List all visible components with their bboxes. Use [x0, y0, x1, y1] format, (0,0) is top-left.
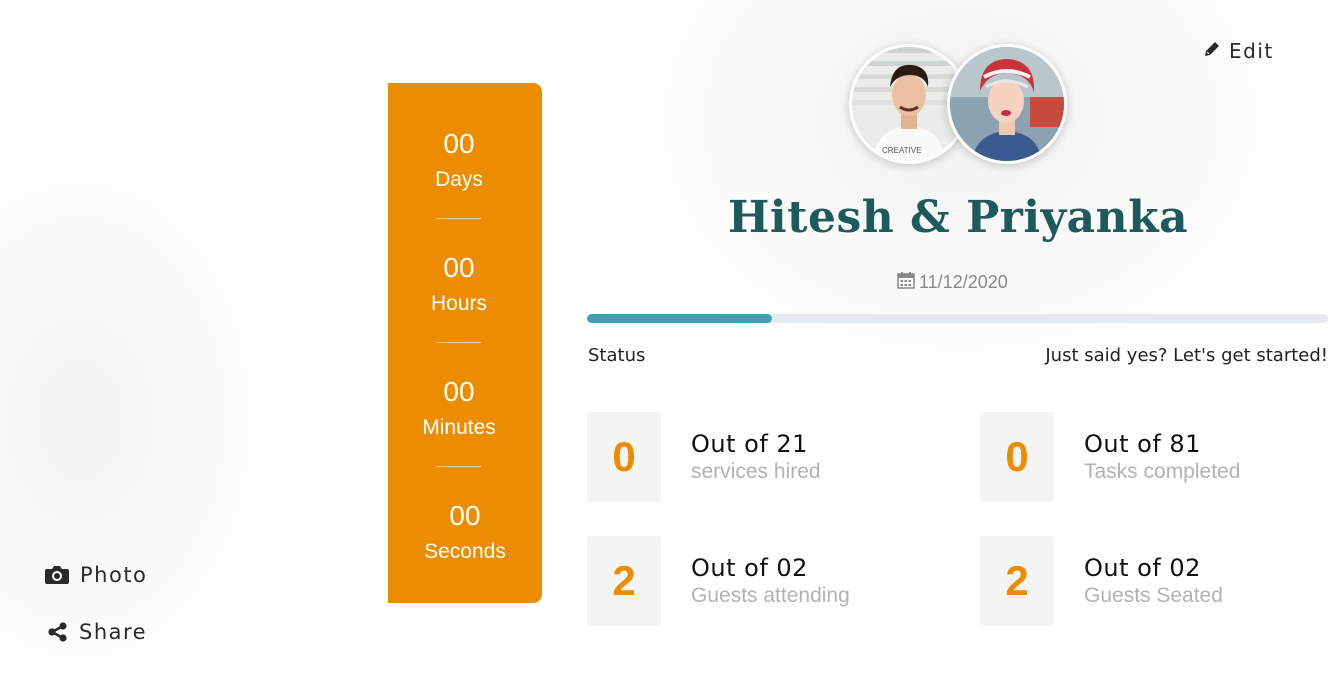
hours-label: Hours — [430, 292, 488, 315]
status-message: Just said yes? Let's get started! — [1045, 345, 1328, 366]
bride-avatar — [947, 44, 1067, 164]
stat-guests-seated: 2 Out of 02 Guests Seated — [980, 536, 1223, 626]
stat-sub: Guests attending — [691, 584, 850, 607]
seconds-value: 00 — [449, 500, 481, 531]
couple-title: Hitesh & Priyanka — [727, 192, 1189, 243]
stat-tasks: 0 Out of 81 Tasks completed — [980, 412, 1240, 502]
date-text: 11/12/2020 — [919, 272, 1008, 292]
shirt-text: CREATIVE — [882, 146, 921, 155]
countdown-divider — [437, 342, 481, 343]
stat-main: Out of 02 — [1084, 554, 1201, 582]
share-button[interactable]: Share — [44, 620, 147, 644]
minutes-value: 00 — [443, 376, 475, 407]
stat-main: Out of 02 — [691, 554, 808, 582]
status-label: Status — [588, 345, 646, 366]
pencil-icon — [1203, 39, 1221, 63]
stat-sub: services hired — [691, 460, 821, 483]
stat-value: 0 — [980, 412, 1054, 502]
progress-bar — [587, 314, 1328, 323]
days-value: 00 — [443, 128, 475, 159]
stat-value: 0 — [587, 412, 661, 502]
photo-button[interactable]: Photo — [44, 563, 147, 587]
countdown-seconds: 00 Seconds — [388, 500, 542, 564]
stat-sub: Guests Seated — [1084, 584, 1223, 607]
progress-fill — [587, 314, 773, 323]
countdown-minutes: 00 Minutes — [388, 376, 530, 440]
camera-icon — [44, 564, 70, 586]
stat-sub: Tasks completed — [1084, 460, 1241, 483]
background-shade — [0, 60, 360, 688]
stat-guests-attending: 2 Out of 02 Guests attending — [587, 536, 850, 626]
seconds-label: Seconds — [424, 540, 506, 563]
days-label: Days — [435, 168, 483, 191]
stat-value: 2 — [980, 536, 1054, 626]
countdown-divider — [437, 218, 481, 219]
photo-label: Photo — [80, 563, 148, 587]
stat-value: 2 — [587, 536, 661, 626]
stat-main: Out of 21 — [691, 430, 808, 458]
hours-value: 00 — [443, 252, 475, 283]
edit-button[interactable]: Edit — [1203, 39, 1274, 63]
stat-main: Out of 81 — [1084, 430, 1201, 458]
calendar-icon — [897, 271, 915, 294]
countdown-panel: 00 Days 00 Hours 00 Minutes 00 Seconds — [388, 83, 542, 603]
countdown-divider — [437, 466, 481, 467]
share-label: Share — [79, 620, 148, 644]
share-icon — [47, 621, 69, 643]
countdown-days: 00 Days — [388, 128, 530, 192]
event-date: 11/12/2020 — [897, 271, 1008, 294]
countdown-hours: 00 Hours — [388, 252, 530, 316]
stat-services: 0 Out of 21 services hired — [587, 412, 821, 502]
edit-label: Edit — [1229, 39, 1274, 63]
minutes-label: Minutes — [422, 416, 496, 439]
